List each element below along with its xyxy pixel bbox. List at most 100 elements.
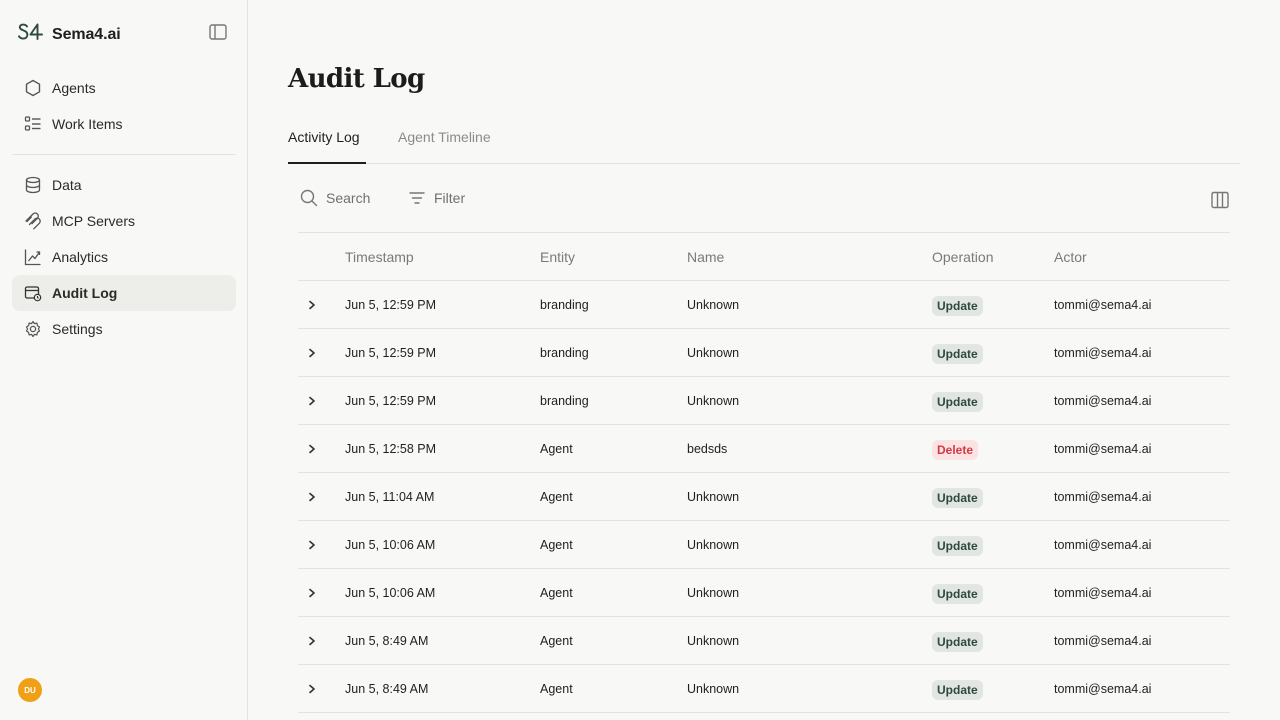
sidebar-item-label: Audit Log [52,285,118,301]
sidebar-item-label: Settings [52,321,103,337]
cell-operation: Delete [932,425,979,473]
column-header-operation[interactable]: Operation [932,233,993,281]
sidebar-item-mcp-servers[interactable]: MCP Servers [12,203,236,239]
expand-row-button[interactable] [298,329,326,377]
sidebar: Sema4.ai Agents Work Items Data MCP Serv… [0,0,248,720]
cell-name: Unknown [687,682,740,696]
search-button[interactable]: Search [300,184,370,212]
sidebar-nav-secondary: Data MCP Servers Analytics Audit Log Set… [12,167,236,347]
page-title: Audit Log [288,64,425,94]
sidebar-item-audit-log[interactable]: Audit Log [12,275,236,311]
column-header-actor[interactable]: Actor [1054,233,1087,281]
sema4-logo-icon [18,22,44,47]
table-row[interactable]: Jun 5, 12:59 PM branding Unknown Update … [298,329,1230,377]
table-row[interactable]: Jun 5, 12:59 PM branding Unknown Update … [298,377,1230,425]
cell-actor: tommi@sema4.ai [1054,442,1152,456]
cell-operation: Update [932,281,983,329]
cell-operation: Update [932,617,983,665]
cell-name: Unknown [687,586,740,600]
cell-actor: tommi@sema4.ai [1054,394,1152,408]
table-row[interactable]: Jun 5, 11:04 AM Agent Unknown Update tom… [298,473,1230,521]
cell-timestamp: Jun 5, 12:59 PM [345,394,437,408]
sidebar-item-analytics[interactable]: Analytics [12,239,236,275]
table-row[interactable]: Jun 5, 8:49 AM Agent Unknown Update tomm… [298,665,1230,713]
operation-badge: Update [932,391,983,412]
sidebar-item-work-items[interactable]: Work Items [12,106,236,142]
sidebar-item-agents[interactable]: Agents [12,70,236,106]
chevron-right-icon [309,684,315,694]
brand[interactable]: Sema4.ai [18,22,121,47]
sidebar-nav-primary: Agents Work Items [12,70,236,142]
cell-name: Unknown [687,634,740,648]
sidebar-toggle-button[interactable] [208,23,228,41]
cell-timestamp: Jun 5, 12:58 PM [345,442,437,456]
expand-row-button[interactable] [298,617,326,665]
cell-actor: tommi@sema4.ai [1054,586,1152,600]
cell-actor: tommi@sema4.ai [1054,682,1152,696]
cell-name: bedsds [687,442,728,456]
chevron-right-icon [309,348,315,358]
user-avatar[interactable]: DU [18,678,42,702]
cell-operation: Update [932,473,983,521]
cell-entity: Agent [540,682,573,696]
expand-row-button[interactable] [298,569,326,617]
table-row[interactable]: Jun 5, 10:06 AM Agent Unknown Update tom… [298,521,1230,569]
operation-badge: Update [932,535,983,556]
chevron-right-icon [309,540,315,550]
sidebar-item-label: MCP Servers [52,213,135,229]
columns-button[interactable] [1210,186,1230,214]
operation-badge: Update [932,487,983,508]
operation-badge: Update [932,343,983,364]
cell-operation: Update [932,329,983,377]
audit-table: Timestamp Entity Name Operation Actor Ju… [298,232,1230,713]
expand-row-button[interactable] [298,665,326,713]
cell-operation: Update [932,665,983,713]
filter-button[interactable]: Filter [408,184,465,212]
brand-name: Sema4.ai [52,25,121,43]
cell-name: Unknown [687,394,740,408]
table-row[interactable]: Jun 5, 12:58 PM Agent bedsds Delete tomm… [298,425,1230,473]
cell-operation: Update [932,521,983,569]
cell-timestamp: Jun 5, 10:06 AM [345,586,436,600]
cell-name: Unknown [687,538,740,552]
cell-actor: tommi@sema4.ai [1054,538,1152,552]
cell-timestamp: Jun 5, 12:59 PM [345,346,437,360]
tab-activity-log[interactable]: Activity Log [288,120,366,164]
column-header-entity[interactable]: Entity [540,233,575,281]
database-icon [23,175,43,195]
table-row[interactable]: Jun 5, 10:06 AM Agent Unknown Update tom… [298,569,1230,617]
search-icon [300,189,318,207]
operation-badge: Update [932,679,983,700]
sidebar-toggle-icon [209,24,227,40]
table-toolbar: Search Filter [300,184,1230,212]
expand-row-button[interactable] [298,425,326,473]
chevron-right-icon [309,588,315,598]
cell-timestamp: Jun 5, 8:49 AM [345,634,429,648]
expand-row-button[interactable] [298,281,326,329]
list-icon [23,114,43,134]
chevron-right-icon [309,636,315,646]
sidebar-item-label: Agents [52,80,96,96]
cell-name: Unknown [687,298,740,312]
cell-entity: branding [540,394,589,408]
filter-icon [409,192,425,204]
tab-bar: Activity Log Agent Timeline [288,120,1240,164]
chart-icon [23,247,43,267]
table-row[interactable]: Jun 5, 12:59 PM branding Unknown Update … [298,281,1230,329]
expand-row-button[interactable] [298,377,326,425]
columns-icon [1211,191,1229,209]
column-header-name[interactable]: Name [687,233,724,281]
table-row[interactable]: Jun 5, 8:49 AM Agent Unknown Update tomm… [298,617,1230,665]
expand-row-button[interactable] [298,473,326,521]
cell-entity: Agent [540,442,573,456]
column-header-timestamp[interactable]: Timestamp [345,233,414,281]
gear-icon [23,319,43,339]
tab-agent-timeline[interactable]: Agent Timeline [398,120,491,164]
mcp-icon [23,211,43,231]
expand-row-button[interactable] [298,521,326,569]
search-label: Search [326,190,371,206]
cell-timestamp: Jun 5, 11:04 AM [345,490,435,504]
sidebar-item-data[interactable]: Data [12,167,236,203]
sidebar-item-settings[interactable]: Settings [12,311,236,347]
cell-entity: branding [540,298,589,312]
